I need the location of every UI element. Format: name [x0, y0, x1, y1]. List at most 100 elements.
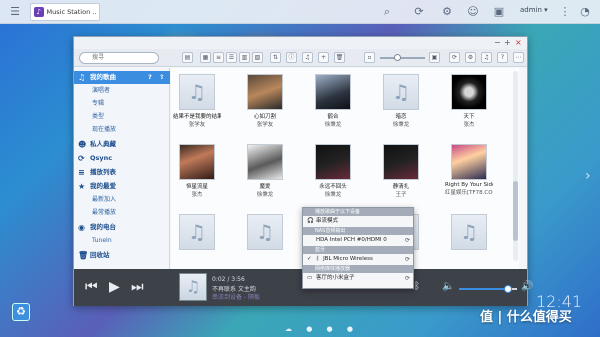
- album-tile[interactable]: [241, 214, 289, 252]
- sidebar-item-albums[interactable]: 专辑: [74, 98, 170, 110]
- now-playing-cover[interactable]: [179, 273, 207, 301]
- sidebar-item-most-played[interactable]: 最常播放: [74, 207, 170, 219]
- volume-slider[interactable]: [459, 285, 517, 293]
- volume-knob[interactable]: [504, 285, 513, 293]
- album-tile[interactable]: [445, 214, 493, 252]
- play-icon[interactable]: ▶: [109, 279, 120, 295]
- album-tile[interactable]: 结果不是我要的结果张学友: [173, 74, 221, 128]
- window-titlebar[interactable]: − + ×: [74, 37, 527, 49]
- sort-button[interactable]: ⇅: [270, 52, 281, 63]
- page-indicator[interactable]: ☁ ● ● ●: [285, 325, 359, 333]
- add-button[interactable]: +: [318, 52, 329, 63]
- album-cover[interactable]: [247, 74, 283, 110]
- refresh-icon[interactable]: ⟳: [405, 274, 410, 283]
- sidebar-item-tunein[interactable]: TuneIn: [74, 235, 170, 247]
- notification-icon[interactable]: ▣: [492, 5, 506, 19]
- refresh-icon[interactable]: ⟳: [405, 255, 410, 264]
- info-button[interactable]: ⓘ: [286, 52, 297, 63]
- detail-view-button[interactable]: ☰: [226, 52, 237, 63]
- help-icon[interactable]: ?: [148, 71, 152, 84]
- output-device-label[interactable]: 串流到设备 - 隔板: [212, 292, 260, 301]
- upload-icon[interactable]: ⇧: [159, 71, 164, 84]
- sidebar-item-private[interactable]: ☻ 私人典藏: [74, 138, 170, 151]
- album-cover[interactable]: [383, 74, 419, 110]
- album-tile[interactable]: 静清扎 王子: [377, 144, 425, 198]
- refresh-icon[interactable]: ⟳: [412, 5, 426, 19]
- album-cover[interactable]: [383, 144, 419, 180]
- album-cover[interactable]: [179, 74, 215, 110]
- album-cover[interactable]: [179, 144, 215, 180]
- album-cover[interactable]: [451, 74, 487, 110]
- speaker-icon[interactable]: 🔈: [442, 281, 454, 292]
- album-tile[interactable]: 永远不回头 徐秉龙: [309, 144, 357, 198]
- multi-select-button[interactable]: ▤: [182, 52, 193, 63]
- playlist-toggle-button[interactable]: ♫: [481, 52, 492, 63]
- album-cover[interactable]: [315, 74, 351, 110]
- menu-icon[interactable]: ☰: [8, 5, 22, 19]
- bluetooth-icon[interactable]: ᛒ: [414, 281, 420, 292]
- vertical-scrollbar[interactable]: [513, 71, 518, 261]
- album-tile[interactable]: [173, 214, 221, 252]
- album-cover[interactable]: [179, 214, 215, 250]
- dashboard-icon[interactable]: ◔: [578, 5, 592, 19]
- cover-view-button[interactable]: ▥: [239, 52, 250, 63]
- tasks-icon[interactable]: ⚙: [440, 5, 454, 19]
- recycle-bin-icon[interactable]: ♻: [12, 303, 30, 321]
- album-tile[interactable]: 天下 张杰: [445, 74, 493, 128]
- delete-button[interactable]: 🗑: [334, 52, 345, 63]
- device-option-jbl[interactable]: ✓ ᛒ JBL Micro Wireless ⟳: [303, 255, 413, 264]
- minimize-icon[interactable]: −: [494, 38, 501, 47]
- sidebar-item-playlists[interactable]: ≡ 播放列表: [74, 166, 170, 179]
- sidebar-item-genres[interactable]: 类型: [74, 111, 170, 123]
- album-tile[interactable]: 魔爱 徐秉龙: [241, 144, 289, 198]
- album-cover[interactable]: [451, 214, 487, 250]
- grid-view-button[interactable]: ▦: [200, 52, 211, 63]
- settings-button[interactable]: ⚙: [465, 52, 476, 63]
- album-tile[interactable]: 心如刀割 张学友: [241, 74, 289, 128]
- refresh-button[interactable]: ⟳: [449, 52, 460, 63]
- sidebar-item-now-playing[interactable]: 现在播放: [74, 124, 170, 136]
- album-cover[interactable]: [451, 144, 487, 180]
- sidebar-item-recently-added[interactable]: 最新加入: [74, 194, 170, 206]
- album-cover[interactable]: [315, 144, 351, 180]
- sidebar-item-my-music[interactable]: ♫ 我的歌曲 ? ⇧: [74, 71, 170, 84]
- next-page-arrow-icon[interactable]: ›: [585, 168, 591, 184]
- thumbnail-size-slider[interactable]: [380, 54, 425, 61]
- sidebar-item-qsync[interactable]: ⟳ Qsync: [74, 152, 170, 165]
- zoom-in-button[interactable]: ▣: [429, 52, 440, 63]
- close-icon[interactable]: ×: [515, 38, 522, 47]
- more-options-button[interactable]: ⋯: [513, 52, 524, 63]
- search-input[interactable]: [79, 52, 159, 64]
- column-view-button[interactable]: ▧: [252, 52, 263, 63]
- album-cover[interactable]: [247, 214, 283, 250]
- previous-icon[interactable]: ⏮: [85, 279, 98, 295]
- album-tile[interactable]: Right By Your Side 红星娱乐[TF78.CO...: [445, 144, 493, 196]
- album-tile[interactable]: 鹤合 徐秉龙: [309, 74, 357, 128]
- refresh-icon[interactable]: ⟳: [405, 236, 410, 245]
- sidebar-item-artists[interactable]: 演唱者: [74, 85, 170, 97]
- sidebar-item-favorites[interactable]: ★ 我的最爱: [74, 180, 170, 193]
- album-tile[interactable]: 暗恋徐秉龙: [377, 74, 425, 128]
- user-menu[interactable]: admin ▾: [520, 6, 548, 14]
- queue-button[interactable]: ♫: [302, 52, 313, 63]
- list-view-button[interactable]: ≡: [213, 52, 224, 63]
- sidebar-item-trash[interactable]: 🗑 回收站: [74, 249, 170, 262]
- slider-knob[interactable]: [394, 54, 401, 61]
- maximize-icon[interactable]: +: [504, 38, 511, 47]
- more-icon[interactable]: ⋮: [558, 5, 572, 19]
- device-option-hdmi[interactable]: HDA Intel PCH #0/HDMI 0 ⟳: [303, 236, 413, 245]
- device-option-mibox[interactable]: ▭ 客厅的小米盒子 ⟳: [303, 274, 413, 283]
- app-tab-music-station[interactable]: ♪ Music Station ...: [30, 3, 100, 21]
- search-icon[interactable]: ⌕: [380, 5, 394, 19]
- popup-section-network-player: 网络媒体播放器: [303, 265, 413, 273]
- scrollbar-thumb[interactable]: [513, 181, 518, 241]
- volume-max-icon[interactable]: 🔊: [521, 281, 533, 292]
- album-tile[interactable]: 恒星流星 张杰: [173, 144, 221, 198]
- album-cover[interactable]: [247, 144, 283, 180]
- help-button[interactable]: ?: [497, 52, 508, 63]
- zoom-out-button[interactable]: ▫: [364, 52, 375, 63]
- next-icon[interactable]: ⏭: [131, 279, 144, 295]
- user-icon[interactable]: ☺: [466, 5, 480, 19]
- device-option-stream-mode[interactable]: 🎧 串流模式: [303, 217, 413, 226]
- sidebar-item-my-radio[interactable]: ◉ 我的电台: [74, 221, 170, 234]
